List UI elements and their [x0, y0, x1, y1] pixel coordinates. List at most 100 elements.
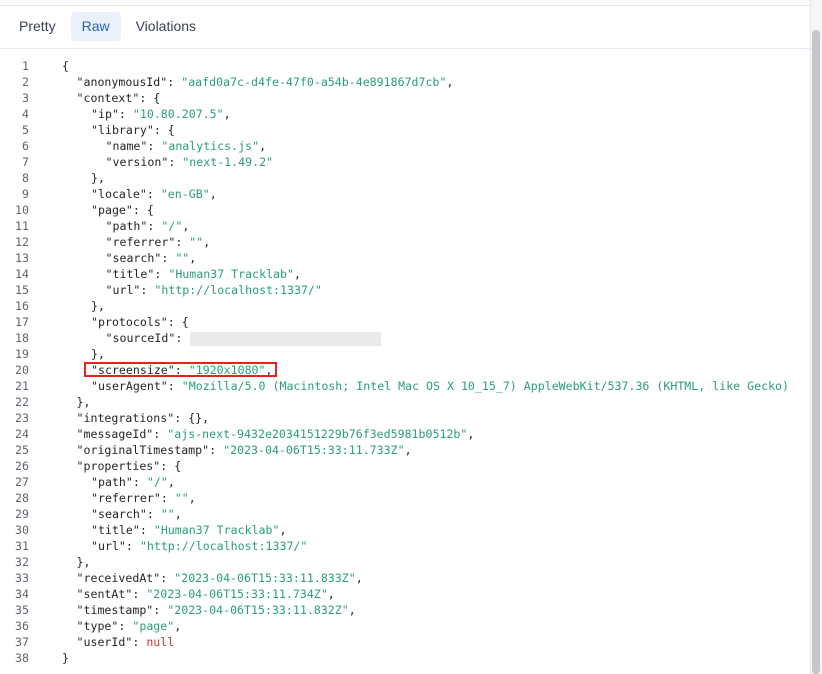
json-punctuation: : [132, 475, 147, 489]
code-line: 19}, [0, 346, 810, 362]
line-number: 3 [22, 91, 29, 105]
line-number: 25 [15, 443, 29, 457]
json-punctuation: : [160, 491, 175, 505]
json-punctuation: , [203, 235, 211, 249]
code-line: 30 "title": "Human37 Tracklab", [0, 522, 810, 538]
line-number: 12 [15, 235, 29, 249]
json-punctuation: , [188, 491, 196, 505]
json-key: "title" [91, 523, 140, 537]
json-punctuation: }, [91, 299, 105, 313]
tab-violations[interactable]: Violations [125, 12, 207, 41]
code-line: 9 "locale": "en-GB", [0, 186, 810, 202]
json-punctuation: : [118, 107, 133, 121]
json-key: "version" [105, 155, 169, 169]
json-string-value: "http://localhost:1337/" [139, 539, 308, 553]
tab-raw[interactable]: Raw [70, 12, 121, 41]
json-punctuation: : [146, 507, 161, 521]
json-punctuation: , [223, 107, 231, 121]
top-border [0, 0, 810, 6]
line-content: "messageId": "ajs-next-9432e2034151229b7… [29, 426, 475, 442]
code-line: 33 "receivedAt": "2023-04-06T15:33:11.833… [0, 570, 810, 586]
json-null-value: null [146, 635, 175, 649]
line-content: "anonymousId": "aafd0a7c-d4fe-47f0-a54b-… [29, 74, 454, 90]
line-content: "locale": "en-GB", [29, 186, 217, 202]
line-number: 4 [22, 107, 29, 121]
code-line: 31 "url": "http://localhost:1337/" [0, 538, 810, 554]
line-number: 33 [15, 571, 29, 585]
line-content: "version": "next-1.49.2" [29, 154, 274, 170]
code-line: 13 "search": "", [0, 250, 810, 266]
line-content: "referrer": "", [29, 234, 211, 250]
line-content: "page": { [29, 202, 154, 218]
json-punctuation: : [175, 331, 183, 345]
line-content: "sourceId": [29, 330, 382, 346]
code-line: 12 "referrer": "", [0, 234, 810, 250]
code-line: 25 "originalTimestamp": "2023-04-06T15:33… [0, 442, 810, 458]
json-string-value: "/" [146, 475, 168, 489]
line-content: "originalTimestamp": "2023-04-06T15:33:1… [29, 442, 412, 458]
line-content: "ip": "10.80.207.5", [29, 106, 231, 122]
code-line: 21 "userAgent": "Mozilla/5.0 (Macintosh; … [0, 378, 810, 394]
json-punctuation: , [293, 267, 301, 281]
json-punctuation: , [279, 523, 287, 537]
json-string-value: "http://localhost:1337/" [154, 283, 322, 297]
line-number: 38 [15, 651, 29, 665]
line-number: 23 [15, 411, 29, 425]
line-number: 18 [15, 331, 29, 345]
line-number: 9 [22, 187, 29, 201]
line-number: 22 [15, 395, 29, 409]
code-line: 4 "ip": "10.80.207.5", [0, 106, 810, 122]
tabs-divider [0, 48, 810, 49]
json-punctuation: , [167, 475, 175, 489]
line-content: "referrer": "", [29, 490, 196, 506]
json-string-value: "" [160, 507, 175, 521]
line-number: 36 [15, 619, 29, 633]
line-number: 16 [15, 299, 29, 313]
code-line: 36 "type": "page", [0, 618, 810, 634]
json-punctuation: : [153, 603, 168, 617]
json-string-value: "Mozilla/5.0 (Macintosh; Intel Mac OS X … [181, 379, 790, 393]
line-content: "sentAt": "2023-04-06T15:33:11.734Z", [29, 586, 335, 602]
tab-pretty[interactable]: Pretty [8, 12, 67, 41]
json-key: "referrer" [91, 491, 161, 505]
redacted-value [190, 331, 382, 346]
line-content: } [29, 650, 69, 666]
view-tabs: Pretty Raw Violations [8, 12, 207, 42]
vertical-scrollbar-thumb[interactable] [812, 30, 820, 674]
code-line: 26 "properties": { [0, 458, 810, 474]
line-content: "integrations": {}, [29, 410, 210, 426]
line-content: "url": "http://localhost:1337/" [29, 282, 322, 298]
line-content: "url": "http://localhost:1337/" [29, 538, 307, 554]
json-key: "referrer" [105, 235, 176, 249]
code-line: 22}, [0, 394, 810, 410]
json-key: "search" [91, 507, 147, 521]
json-punctuation: : [139, 523, 154, 537]
line-number: 14 [15, 267, 29, 281]
json-punctuation: : [167, 379, 182, 393]
json-punctuation: : [118, 619, 133, 633]
json-punctuation: : { [139, 91, 161, 105]
json-punctuation: { [62, 59, 69, 73]
line-number: 1 [22, 59, 29, 73]
line-number: 28 [15, 491, 29, 505]
json-key: "name" [105, 139, 148, 153]
json-punctuation: : [168, 155, 183, 169]
code-line: 18 "sourceId": [0, 330, 810, 346]
json-punctuation: : [125, 539, 140, 553]
line-number: 5 [22, 123, 29, 137]
line-content: "path": "/", [29, 218, 190, 234]
json-string-value: "/" [161, 219, 183, 233]
line-number: 2 [22, 75, 29, 89]
json-punctuation: }, [91, 171, 105, 185]
line-number: 34 [15, 587, 29, 601]
line-content: "userAgent": "Mozilla/5.0 (Macintosh; In… [29, 378, 789, 394]
json-punctuation: }, [91, 347, 105, 361]
code-line: 24 "messageId": "ajs-next-9432e2034151229… [0, 426, 810, 442]
json-string-value: "Human37 Tracklab" [153, 523, 280, 537]
code-line: 32}, [0, 554, 810, 570]
json-punctuation: : [174, 363, 189, 377]
code-line: 7 "version": "next-1.49.2" [0, 154, 810, 170]
line-content: "properties": { [29, 458, 182, 474]
code-line: 23 "integrations": {}, [0, 410, 810, 426]
json-key: "timestamp" [76, 603, 154, 617]
